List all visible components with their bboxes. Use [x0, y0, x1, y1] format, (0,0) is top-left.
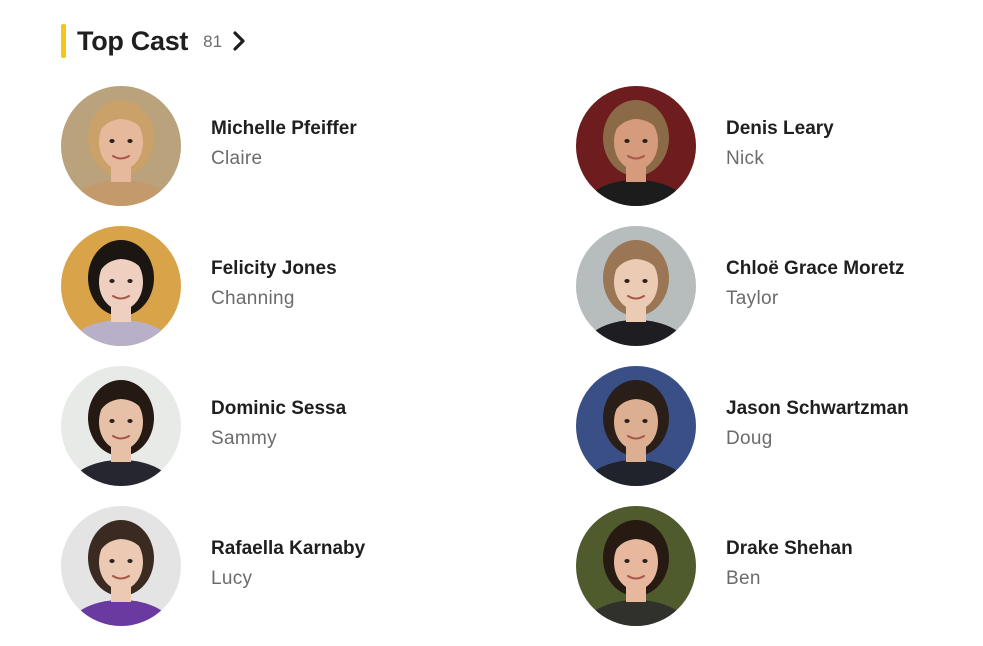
cast-item[interactable]: Chloë Grace Moretz Taylor [576, 226, 941, 366]
top-cast-header[interactable]: Top Cast 81 [61, 24, 246, 58]
character-name: Lucy [211, 568, 253, 589]
actor-name-link[interactable]: Jason Schwartzman [726, 397, 909, 421]
cast-grid: Michelle Pfeiffer Claire Denis Leary Nick Fe… [61, 86, 941, 646]
actor-name-link[interactable]: Dominic Sessa [211, 397, 346, 421]
cast-text: Drake Shehan Ben [726, 537, 853, 591]
section-title: Top Cast [77, 25, 189, 56]
actor-name-link[interactable]: Chloë Grace Moretz [726, 257, 904, 281]
cast-item[interactable]: Drake Shehan Ben [576, 506, 941, 646]
actor-name-link[interactable]: Denis Leary [726, 117, 834, 141]
cast-text: Michelle Pfeiffer Claire [211, 117, 357, 171]
cast-text: Denis Leary Nick [726, 117, 834, 171]
character-name: Taylor [726, 288, 779, 309]
person-silhouette-icon [61, 86, 181, 206]
person-silhouette-icon [576, 226, 696, 346]
actor-photo[interactable] [576, 226, 696, 346]
person-silhouette-icon [61, 226, 181, 346]
actor-photo[interactable] [61, 366, 181, 486]
actor-photo[interactable] [61, 226, 181, 346]
cast-text: Felicity Jones Channing [211, 257, 337, 311]
character-name: Nick [726, 148, 765, 169]
cast-item[interactable]: Michelle Pfeiffer Claire [61, 86, 576, 226]
character-name: Ben [726, 568, 761, 589]
cast-item[interactable]: Denis Leary Nick [576, 86, 941, 226]
chevron-right-icon[interactable] [232, 30, 246, 52]
cast-text: Chloë Grace Moretz Taylor [726, 257, 904, 311]
cast-item[interactable]: Rafaella Karnaby Lucy [61, 506, 576, 646]
actor-photo[interactable] [576, 506, 696, 626]
character-name: Sammy [211, 428, 277, 449]
actor-name-link[interactable]: Rafaella Karnaby [211, 537, 365, 561]
character-name: Doug [726, 428, 773, 449]
actor-photo[interactable] [576, 86, 696, 206]
cast-item[interactable]: Felicity Jones Channing [61, 226, 576, 366]
cast-count: 81 [203, 32, 223, 51]
cast-item[interactable]: Jason Schwartzman Doug [576, 366, 941, 506]
person-silhouette-icon [576, 86, 696, 206]
actor-photo[interactable] [61, 86, 181, 206]
cast-text: Rafaella Karnaby Lucy [211, 537, 365, 591]
cast-text: Dominic Sessa Sammy [211, 397, 346, 451]
person-silhouette-icon [61, 506, 181, 626]
character-name: Claire [211, 148, 263, 169]
cast-text: Jason Schwartzman Doug [726, 397, 909, 451]
actor-name-link[interactable]: Felicity Jones [211, 257, 337, 281]
person-silhouette-icon [576, 506, 696, 626]
character-name: Channing [211, 288, 295, 309]
person-silhouette-icon [576, 366, 696, 486]
actor-photo[interactable] [576, 366, 696, 486]
cast-item[interactable]: Dominic Sessa Sammy [61, 366, 576, 506]
actor-name-link[interactable]: Michelle Pfeiffer [211, 117, 357, 141]
person-silhouette-icon [61, 366, 181, 486]
actor-name-link[interactable]: Drake Shehan [726, 537, 853, 561]
actor-photo[interactable] [61, 506, 181, 626]
section-accent-bar [61, 24, 66, 58]
